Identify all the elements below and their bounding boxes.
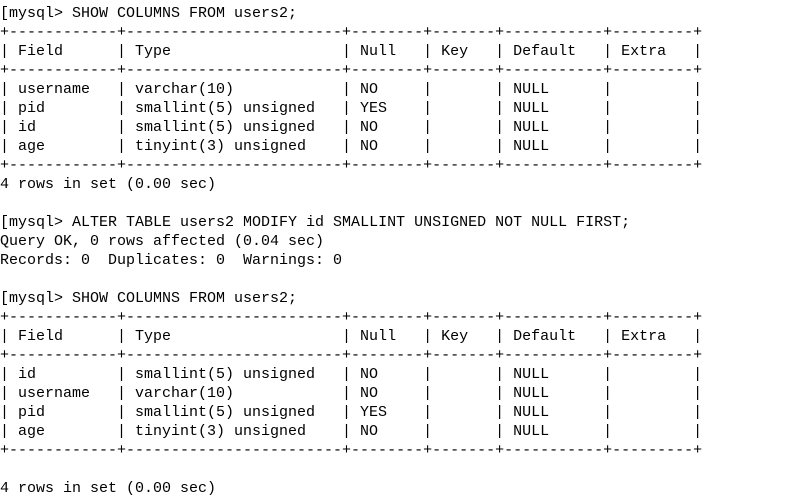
table2-sep-top: +------------+------------------------+-…	[0, 309, 702, 326]
table1-row-3: | age | tinyint(3) unsigned | NO | | NUL…	[0, 138, 702, 155]
table1-sep-mid: +------------+------------------------+-…	[0, 62, 702, 79]
table2-sep-bot: +------------+------------------------+-…	[0, 442, 702, 459]
mysql-terminal: [mysql> SHOW COLUMNS FROM users2; +-----…	[0, 0, 806, 498]
table1-row-0: | username | varchar(10) | NO | | NULL |…	[0, 81, 702, 98]
prompt-line-3: [mysql> SHOW COLUMNS FROM users2;	[0, 290, 297, 307]
prompt-line-2: [mysql> ALTER TABLE users2 MODIFY id SMA…	[0, 214, 630, 231]
prompt-line-1: [mysql> SHOW COLUMNS FROM users2;	[0, 5, 297, 22]
table2-row-0: | id | smallint(5) unsigned | NO | | NUL…	[0, 366, 702, 383]
rows-summary-2: 4 rows in set (0.00 sec)	[0, 480, 216, 497]
table1-row-2: | id | smallint(5) unsigned | NO | | NUL…	[0, 119, 702, 136]
table1-sep-top: +------------+------------------------+-…	[0, 24, 702, 41]
alter-result-2: Records: 0 Duplicates: 0 Warnings: 0	[0, 252, 342, 269]
table1-header: | Field | Type | Null | Key | Default | …	[0, 43, 702, 60]
rows-summary-1: 4 rows in set (0.00 sec)	[0, 176, 216, 193]
table2-row-2: | pid | smallint(5) unsigned | YES | | N…	[0, 404, 702, 421]
table2-row-1: | username | varchar(10) | NO | | NULL |…	[0, 385, 702, 402]
cmd-alter: ALTER TABLE users2 MODIFY id SMALLINT UN…	[72, 214, 630, 231]
table1-row-1: | pid | smallint(5) unsigned | YES | | N…	[0, 100, 702, 117]
cmd-show-2: SHOW COLUMNS FROM users2;	[72, 290, 297, 307]
table2-sep-mid: +------------+------------------------+-…	[0, 347, 702, 364]
table1-sep-bot: +------------+------------------------+-…	[0, 157, 702, 174]
cmd-show-1: SHOW COLUMNS FROM users2;	[72, 5, 297, 22]
alter-result-1: Query OK, 0 rows affected (0.04 sec)	[0, 233, 324, 250]
table2-header: | Field | Type | Null | Key | Default | …	[0, 328, 702, 345]
table2-row-3: | age | tinyint(3) unsigned | NO | | NUL…	[0, 423, 702, 440]
